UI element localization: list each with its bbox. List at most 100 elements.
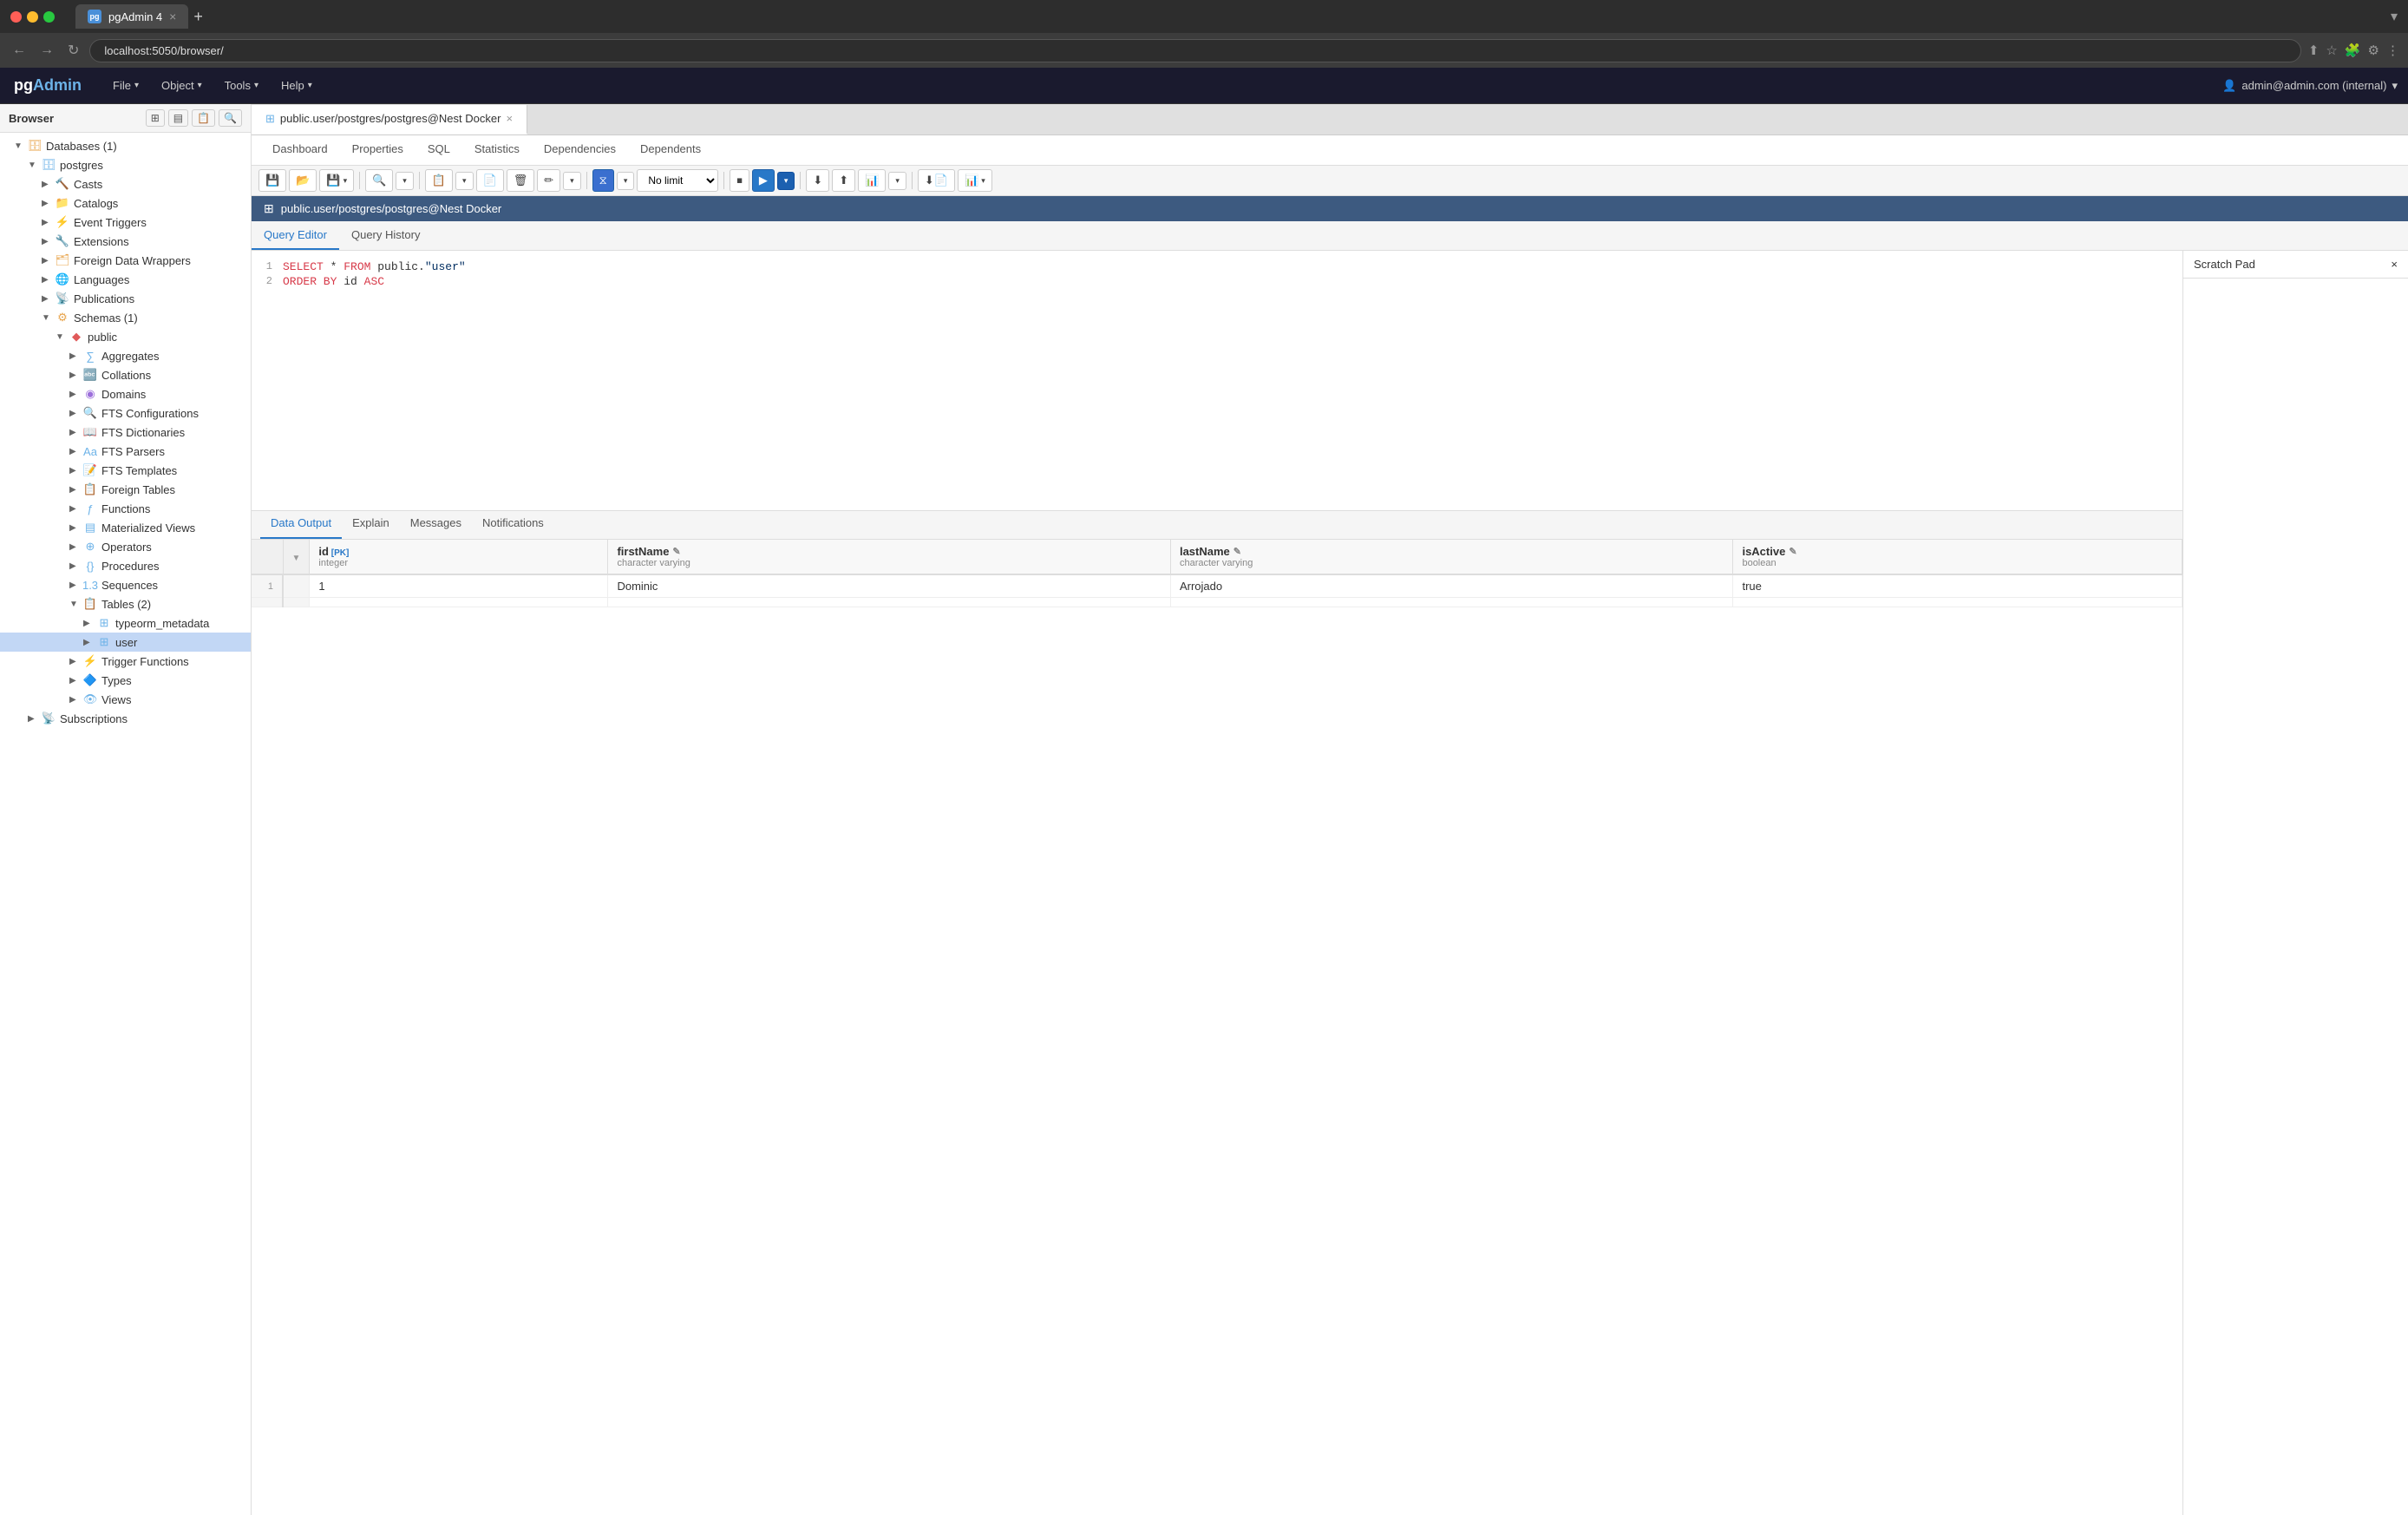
tree-item[interactable]: ▶∑Aggregates <box>0 346 251 365</box>
user-dropdown-arrow[interactable]: ▾ <box>2392 79 2398 93</box>
tree-item[interactable]: ▶⚡Trigger Functions <box>0 652 251 671</box>
toolbar-limit-select[interactable]: No limit 100 rows 500 rows 1000 rows <box>637 169 718 192</box>
toolbar-run-options[interactable]: ▾ <box>777 172 795 190</box>
tree-toggle[interactable]: ▶ <box>69 466 83 475</box>
browser-btn-copy[interactable]: 📋 <box>192 109 215 127</box>
toolbar-edit-options[interactable]: ▾ <box>563 172 581 190</box>
tree-item[interactable]: ▼🗄Databases (1) <box>0 136 251 155</box>
table-col-header-lastName[interactable]: lastName ✎character varying <box>1170 540 1733 574</box>
col-edit-icon[interactable]: ✎ <box>1789 546 1796 557</box>
tree-toggle[interactable]: ▶ <box>42 199 56 208</box>
table-cell-firstName[interactable]: Dominic <box>608 574 1171 598</box>
toolbar-copy[interactable]: 📋 <box>425 169 453 192</box>
table-col-header-id[interactable]: id [PK]integer <box>310 540 608 574</box>
table-col-header-firstName[interactable]: firstName ✎character varying <box>608 540 1171 574</box>
tree-toggle[interactable]: ▼ <box>42 313 56 323</box>
nav-tab-sql[interactable]: SQL <box>416 135 462 165</box>
table-row[interactable] <box>252 598 2182 607</box>
tree-item[interactable]: ▶⊞user <box>0 633 251 652</box>
tree-item[interactable]: ▶🔧Extensions <box>0 232 251 251</box>
tree-toggle[interactable]: ▶ <box>42 275 56 285</box>
minimize-traffic-light[interactable] <box>27 11 38 23</box>
query-tab-query-editor[interactable]: Query Editor <box>252 221 339 250</box>
tree-item[interactable]: ▶1.3Sequences <box>0 575 251 594</box>
tree-item[interactable]: ▶ƒFunctions <box>0 499 251 518</box>
query-tab-query-history[interactable]: Query History <box>339 221 432 250</box>
toolbar-stop[interactable]: ⏹ <box>730 169 749 192</box>
refresh-button[interactable]: ↻ <box>64 38 82 62</box>
profiles-icon[interactable]: ⚙ <box>2368 43 2379 58</box>
tree-item[interactable]: ▶{}Procedures <box>0 556 251 575</box>
table-cell-id[interactable]: 1 <box>310 574 608 598</box>
toolbar-edit[interactable]: ✏ <box>537 169 560 192</box>
toolbar-delete-row[interactable]: 🗑 <box>507 169 535 192</box>
results-tab-notifications[interactable]: Notifications <box>472 511 554 539</box>
tree-toggle[interactable]: ▶ <box>69 657 83 666</box>
results-tab-messages[interactable]: Messages <box>400 511 472 539</box>
tree-item[interactable]: ▼🗄postgres <box>0 155 251 174</box>
menu-icon[interactable]: ⋮ <box>2386 43 2399 58</box>
tree-item[interactable]: ▶📡Publications <box>0 289 251 308</box>
tree-item[interactable]: ▶🔤Collations <box>0 365 251 384</box>
tree-item[interactable]: ▶📁Catalogs <box>0 193 251 213</box>
nav-tab-dashboard[interactable]: Dashboard <box>260 135 340 165</box>
table-cell-isActive[interactable] <box>1733 598 2182 607</box>
share-icon[interactable]: ⬆ <box>2308 43 2320 58</box>
maximize-traffic-light[interactable] <box>43 11 55 23</box>
tree-toggle[interactable]: ▶ <box>69 580 83 590</box>
tree-item[interactable]: ▶⊞typeorm_metadata <box>0 613 251 633</box>
tree-item[interactable]: ▶◉Domains <box>0 384 251 403</box>
tree-item[interactable]: ▶🌐Languages <box>0 270 251 289</box>
close-traffic-light[interactable] <box>10 11 22 23</box>
tree-toggle[interactable]: ▶ <box>69 523 83 533</box>
table-row[interactable]: 11DominicArrojadotrue <box>252 574 2182 598</box>
tree-toggle[interactable]: ▶ <box>69 351 83 361</box>
tree-toggle[interactable]: ▶ <box>42 237 56 246</box>
nav-tab-dependents[interactable]: Dependents <box>628 135 713 165</box>
tree-item[interactable]: ▶📝FTS Templates <box>0 461 251 480</box>
tree-toggle[interactable]: ▶ <box>69 695 83 705</box>
tree-item[interactable]: ▶🔍FTS Configurations <box>0 403 251 423</box>
tree-toggle[interactable]: ▶ <box>69 447 83 456</box>
scratch-pad-close[interactable]: × <box>2391 258 2398 271</box>
scratch-pad-content[interactable] <box>2183 279 2408 1515</box>
user-label[interactable]: admin@admin.com (internal) <box>2241 79 2386 92</box>
table-cell-firstName[interactable] <box>608 598 1171 607</box>
results-tab-explain[interactable]: Explain <box>342 511 400 539</box>
toolbar-save-file[interactable]: 💾 <box>258 169 286 192</box>
toolbar-explain[interactable]: 📊 <box>858 169 886 192</box>
browser-btn-grid[interactable]: ⊞ <box>146 109 165 127</box>
toolbar-explain-options[interactable]: ▾ <box>888 172 906 190</box>
tree-item[interactable]: ▶🔷Types <box>0 671 251 690</box>
tree-toggle[interactable]: ▶ <box>69 504 83 514</box>
menu-help[interactable]: Help ▾ <box>271 74 323 97</box>
content-tab-active[interactable]: ⊞ public.user/postgres/postgres@Nest Doc… <box>252 105 527 134</box>
table-col-header-isActive[interactable]: isActive ✎boolean <box>1733 540 2182 574</box>
tree-toggle[interactable]: ▼ <box>69 600 83 609</box>
toolbar-open-file[interactable]: 📂 <box>289 169 317 192</box>
tree-item[interactable]: ▶▤Materialized Views <box>0 518 251 537</box>
tree-toggle[interactable]: ▶ <box>42 180 56 189</box>
toolbar-filter-options[interactable]: ▾ <box>617 172 635 190</box>
tree-item[interactable]: ▶🗂Foreign Data Wrappers <box>0 251 251 270</box>
code-editor[interactable]: 1SELECT * FROM public."user"2ORDER BY id… <box>252 251 2182 511</box>
tree-item[interactable]: ▼📋Tables (2) <box>0 594 251 613</box>
menu-file[interactable]: File ▾ <box>102 74 149 97</box>
tree-toggle[interactable]: ▶ <box>69 542 83 552</box>
tree-item[interactable]: ▶⚡Event Triggers <box>0 213 251 232</box>
tree-toggle[interactable]: ▶ <box>69 371 83 380</box>
tree-toggle[interactable]: ▶ <box>83 638 97 647</box>
table-cell-lastName[interactable] <box>1170 598 1733 607</box>
tree-item[interactable]: ▶⊕Operators <box>0 537 251 556</box>
toolbar-more[interactable]: 📊▾ <box>958 169 992 192</box>
tree-toggle[interactable]: ▶ <box>69 390 83 399</box>
toolbar-filter[interactable]: ⧖ <box>592 169 614 192</box>
tree-toggle[interactable]: ▶ <box>69 561 83 571</box>
content-tab-close[interactable]: × <box>506 112 513 125</box>
tree-toggle[interactable]: ▶ <box>42 218 56 227</box>
nav-tab-properties[interactable]: Properties <box>340 135 416 165</box>
tree-toggle[interactable]: ▶ <box>42 294 56 304</box>
tree-toggle[interactable]: ▼ <box>28 161 42 170</box>
tree-toggle[interactable]: ▶ <box>42 256 56 266</box>
toolbar-find[interactable]: 🔍 <box>365 169 393 192</box>
